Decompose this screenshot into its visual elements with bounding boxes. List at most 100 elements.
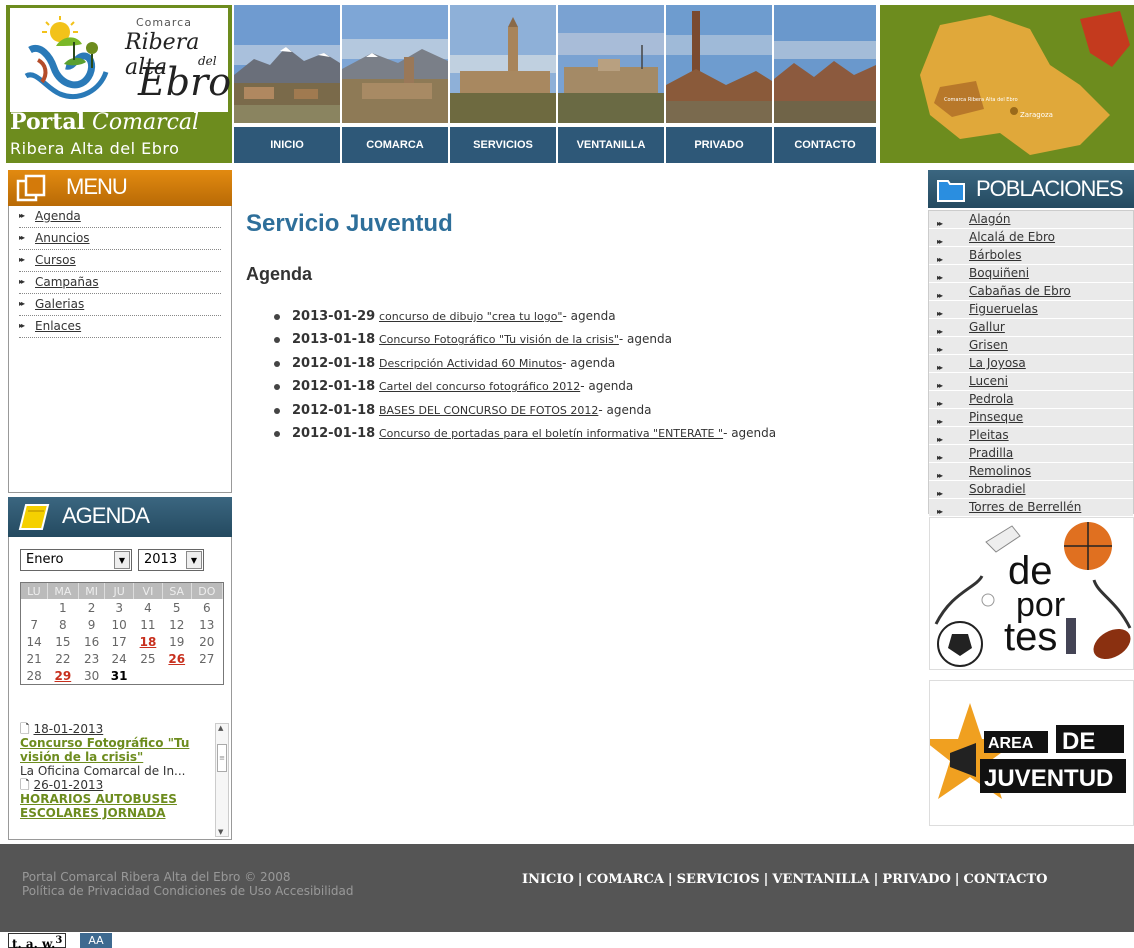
poblacion-link[interactable]: Pradilla: [969, 446, 1013, 460]
agenda-entry-link[interactable]: Cartel del concurso fotográfico 2012: [379, 380, 580, 393]
poblacion-link[interactable]: Boquiñeni: [969, 266, 1029, 280]
menu-item-campanas[interactable]: ▸▸ Campañas: [19, 272, 221, 294]
poblacion-link[interactable]: Pinseque: [969, 410, 1023, 424]
poblacion-item[interactable]: ▸▸ Pleitas: [929, 427, 1133, 445]
poblacion-link[interactable]: Sobradiel: [969, 482, 1026, 496]
menu-link-galerias[interactable]: Galerias: [35, 297, 84, 311]
poblacion-link[interactable]: Remolinos: [969, 464, 1031, 478]
taw-accessibility-badge[interactable]: t. a. w.3: [8, 933, 67, 948]
footer-separator: |: [577, 872, 583, 887]
footer-link[interactable]: VENTANILLA: [772, 872, 869, 887]
news-date[interactable]: 26-01-2013: [33, 778, 103, 792]
poblacion-link[interactable]: Pedrola: [969, 392, 1014, 406]
menu-link-campanas[interactable]: Campañas: [35, 275, 99, 289]
calendar-event-day[interactable]: 29: [47, 667, 78, 684]
poblacion-item[interactable]: ▸▸ Bárboles: [929, 247, 1133, 265]
menu-item-cursos[interactable]: ▸▸ Cursos: [19, 250, 221, 272]
footer-link[interactable]: SERVICIOS: [677, 872, 760, 887]
menu-item-galerias[interactable]: ▸▸ Galerias: [19, 294, 221, 316]
footer-link[interactable]: PRIVADO: [882, 872, 950, 887]
poblacion-item[interactable]: ▸▸ Remolinos: [929, 463, 1133, 481]
poblacion-link[interactable]: Alcalá de Ebro: [969, 230, 1055, 244]
calendar-event-day[interactable]: 18: [134, 633, 163, 650]
poblacion-item[interactable]: ▸▸ Pedrola: [929, 391, 1133, 409]
month-select[interactable]: Enero ▼: [20, 549, 132, 571]
poblacion-link[interactable]: Luceni: [969, 374, 1008, 388]
menu-item-agenda[interactable]: ▸▸ Agenda: [19, 206, 221, 228]
poblacion-item[interactable]: ▸▸ Sobradiel: [929, 481, 1133, 499]
nav-contacto[interactable]: CONTACTO: [774, 127, 876, 163]
news-item[interactable]: 🗋 18-01-2013 Concurso Fotográfico "Tu vi…: [20, 722, 228, 778]
menu-link-cursos[interactable]: Cursos: [35, 253, 76, 267]
nav-inicio[interactable]: INICIO: [234, 127, 340, 163]
poblacion-item[interactable]: ▸▸ Gallur: [929, 319, 1133, 337]
poblacion-item[interactable]: ▸▸ Grisen: [929, 337, 1133, 355]
poblacion-item[interactable]: ▸▸ Torres de Berrellén: [929, 499, 1133, 517]
agenda-entry-link[interactable]: concurso de dibujo "crea tu logo": [379, 310, 563, 323]
calendar-day: 12: [169, 617, 185, 632]
menu-item-anuncios[interactable]: ▸▸ Anuncios: [19, 228, 221, 250]
poblacion-item[interactable]: ▸▸ La Joyosa: [929, 355, 1133, 373]
poblacion-link[interactable]: Pleitas: [969, 428, 1009, 442]
calendar-event-day[interactable]: 26: [162, 650, 191, 667]
poblacion-link[interactable]: Cabañas de Ebro: [969, 284, 1071, 298]
agenda-entry-link[interactable]: Concurso de portadas para el boletín inf…: [379, 427, 723, 440]
juventud-banner[interactable]: AREA DE JUVENTUD: [929, 680, 1134, 826]
calendar-week: 7 8 9 10 11 12 13: [21, 616, 223, 633]
agenda-entry-suffix: - agenda: [598, 402, 652, 417]
header-photo-factory-ruins: [774, 5, 876, 123]
poblacion-item[interactable]: ▸▸ Figueruelas: [929, 301, 1133, 319]
agenda-entry-link[interactable]: Concurso Fotográfico "Tu visión de la cr…: [379, 333, 619, 346]
nav-servicios[interactable]: SERVICIOS: [450, 127, 556, 163]
poblacion-link[interactable]: Grisen: [969, 338, 1008, 352]
aa-accessibility-badge[interactable]: AA: [80, 933, 112, 948]
news-title[interactable]: HORARIOS AUTOBUSES ESCOLARES JORNADA: [20, 792, 177, 820]
poblacion-link[interactable]: Figueruelas: [969, 302, 1038, 316]
menu-link-enlaces[interactable]: Enlaces: [35, 319, 81, 333]
poblacion-item[interactable]: ▸▸ Pradilla: [929, 445, 1133, 463]
news-title[interactable]: Concurso Fotográfico "Tu visión de la cr…: [20, 736, 189, 764]
poblacion-link[interactable]: Alagón: [969, 212, 1010, 226]
footer-link[interactable]: INICIO: [522, 872, 574, 887]
arrow-icon: ▸▸: [19, 233, 25, 242]
juventud-text-area: AREA: [988, 735, 1034, 752]
menu-item-enlaces[interactable]: ▸▸ Enlaces: [19, 316, 221, 338]
agenda-entry-link[interactable]: BASES DEL CONCURSO DE FOTOS 2012: [379, 404, 598, 417]
nav-ventanilla[interactable]: VENTANILLA: [558, 127, 664, 163]
news-scrollbar[interactable]: ▲ ≡ ▼: [215, 723, 229, 837]
footer-link[interactable]: COMARCA: [587, 872, 664, 887]
poblacion-item[interactable]: ▸▸ Alcalá de Ebro: [929, 229, 1133, 247]
map-region-label: Comarca Ribera Alta del Ebro: [944, 97, 1018, 103]
footer-link[interactable]: CONTACTO: [964, 872, 1048, 887]
poblacion-item[interactable]: ▸▸ Luceni: [929, 373, 1133, 391]
arrow-icon: ▸▸: [19, 255, 25, 264]
poblacion-link[interactable]: La Joyosa: [969, 356, 1026, 370]
poblacion-item[interactable]: ▸▸ Pinseque: [929, 409, 1133, 427]
chevron-down-icon[interactable]: ▼: [114, 551, 130, 569]
poblacion-link[interactable]: Bárboles: [969, 248, 1021, 262]
chevron-down-icon[interactable]: ▼: [186, 551, 202, 569]
scroll-up-icon[interactable]: ▲: [218, 724, 223, 732]
agenda-entry-link[interactable]: Descripción Actividad 60 Minutos: [379, 357, 562, 370]
menu-link-anuncios[interactable]: Anuncios: [35, 231, 90, 245]
comarca-emblem-icon: [24, 16, 109, 99]
calendar-day: 13: [199, 617, 215, 632]
deportes-banner[interactable]: de por tes: [929, 517, 1134, 670]
poblacion-item[interactable]: ▸▸ Alagón: [929, 211, 1133, 229]
calendar-day: 6: [203, 600, 211, 615]
site-logo[interactable]: Comarca Ribera alta del Ebro Portal Coma…: [6, 5, 232, 163]
scroll-down-icon[interactable]: ▼: [218, 828, 223, 836]
nav-comarca[interactable]: COMARCA: [342, 127, 448, 163]
scrollbar-thumb[interactable]: ≡: [217, 744, 227, 772]
footer-legal-links[interactable]: Política de Privacidad Condiciones de Us…: [22, 884, 354, 898]
news-date[interactable]: 18-01-2013: [33, 722, 103, 736]
menu-link-agenda[interactable]: Agenda: [35, 209, 81, 223]
poblacion-link[interactable]: Gallur: [969, 320, 1005, 334]
news-item[interactable]: 🗋 26-01-2013 HORARIOS AUTOBUSES ESCOLARE…: [20, 778, 228, 820]
calendar-week: 1 2 3 4 5 6: [21, 599, 223, 616]
poblacion-link[interactable]: Torres de Berrellén: [969, 500, 1081, 514]
poblacion-item[interactable]: ▸▸ Cabañas de Ebro: [929, 283, 1133, 301]
year-select[interactable]: 2013 ▼: [138, 549, 204, 571]
poblacion-item[interactable]: ▸▸ Boquiñeni: [929, 265, 1133, 283]
nav-privado[interactable]: PRIVADO: [666, 127, 772, 163]
